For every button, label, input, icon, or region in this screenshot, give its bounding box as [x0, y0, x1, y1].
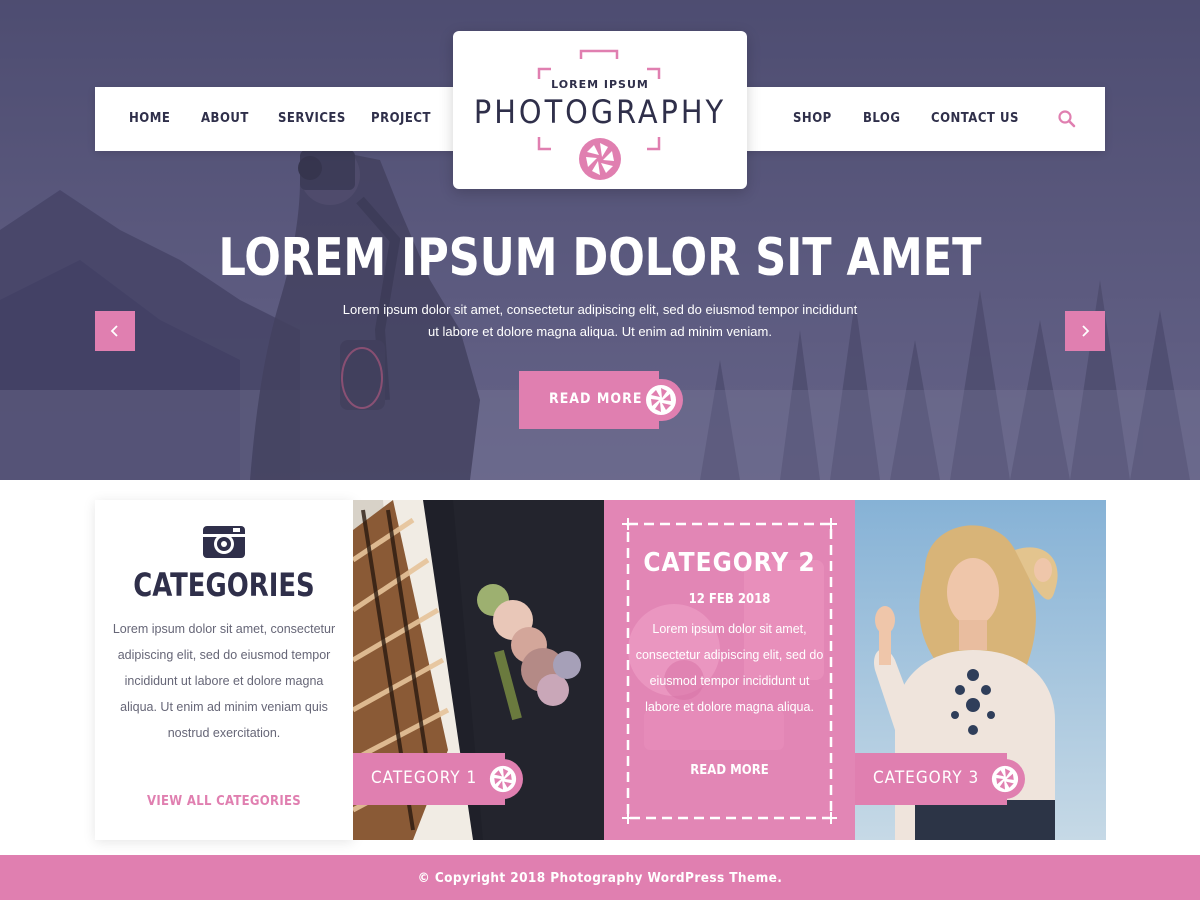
category-1-button[interactable]: CATEGORY 1: [353, 753, 525, 805]
categories-description: Lorem ipsum dolor sit amet, consectetur …: [112, 622, 336, 740]
camera-icon: [203, 526, 245, 558]
category-tile-1[interactable]: CATEGORY 1: [353, 500, 604, 840]
chevron-right-icon: [1082, 325, 1090, 337]
category-3-label: CATEGORY 3: [873, 768, 980, 788]
featured-category-description: Lorem ipsum dolor sit amet, consectetur …: [635, 622, 824, 714]
chevron-left-icon: [110, 325, 118, 337]
featured-read-more-link[interactable]: READ MORE: [604, 763, 855, 778]
nav-item-services[interactable]: SERVICES: [278, 111, 346, 126]
hero-read-more-label: READ MORE: [549, 391, 643, 407]
site-logo[interactable]: LOREM IPSUM PHOTOGRAPHY: [453, 31, 747, 189]
nav-item-contact-us[interactable]: CONTACT US: [931, 111, 1019, 126]
nav-item-shop[interactable]: SHOP: [793, 111, 832, 126]
aperture-icon: [579, 138, 621, 180]
category-tile-2-featured[interactable]: CATEGORY 2 12 FEB 2018 Lorem ipsum dolor…: [604, 500, 855, 840]
search-icon[interactable]: [1057, 109, 1077, 129]
aperture-icon: [991, 765, 1019, 793]
nav-item-blog[interactable]: BLOG: [863, 111, 900, 126]
featured-category-title: CATEGORY 2: [643, 548, 816, 578]
hero-title: LOREM IPSUM DOLOR SIT AMET: [218, 228, 982, 288]
view-all-categories-link[interactable]: VIEW ALL CATEGORIES: [95, 794, 353, 809]
category-tile-3[interactable]: CATEGORY 3: [855, 500, 1106, 840]
aperture-icon: [646, 385, 676, 415]
hero-description: Lorem ipsum dolor sit amet, consectetur …: [320, 299, 880, 343]
nav-item-home[interactable]: HOME: [129, 111, 170, 126]
category-1-label: CATEGORY 1: [371, 768, 478, 788]
slider-next-button[interactable]: [1065, 311, 1105, 351]
hero-slider: HOME ABOUT SERVICES PROJECT SHOP BLOG CO…: [0, 0, 1200, 480]
slider-prev-button[interactable]: [95, 311, 135, 351]
aperture-icon: [489, 765, 517, 793]
hero-read-more-button[interactable]: READ MORE: [519, 371, 683, 429]
nav-item-about[interactable]: ABOUT: [201, 111, 249, 126]
logo-wordmark: PHOTOGRAPHY: [473, 93, 727, 131]
category-3-button[interactable]: CATEGORY 3: [855, 753, 1027, 805]
nav-item-project[interactable]: PROJECT: [371, 111, 431, 126]
hero-description-line-1: Lorem ipsum dolor sit amet, consectetur …: [342, 302, 858, 317]
categories-panel: CATEGORIES Lorem ipsum dolor sit amet, c…: [95, 500, 353, 840]
featured-category-date: 12 FEB 2018: [688, 592, 771, 607]
hero-description-line-2: ut labore et dolore magna aliqua. Ut eni…: [428, 324, 772, 339]
copyright-text: © Copyright 2018 Photography WordPress T…: [417, 870, 783, 886]
logo-tagline: LOREM IPSUM: [551, 78, 649, 91]
site-footer: © Copyright 2018 Photography WordPress T…: [0, 855, 1200, 900]
categories-title: CATEGORIES: [133, 566, 315, 604]
